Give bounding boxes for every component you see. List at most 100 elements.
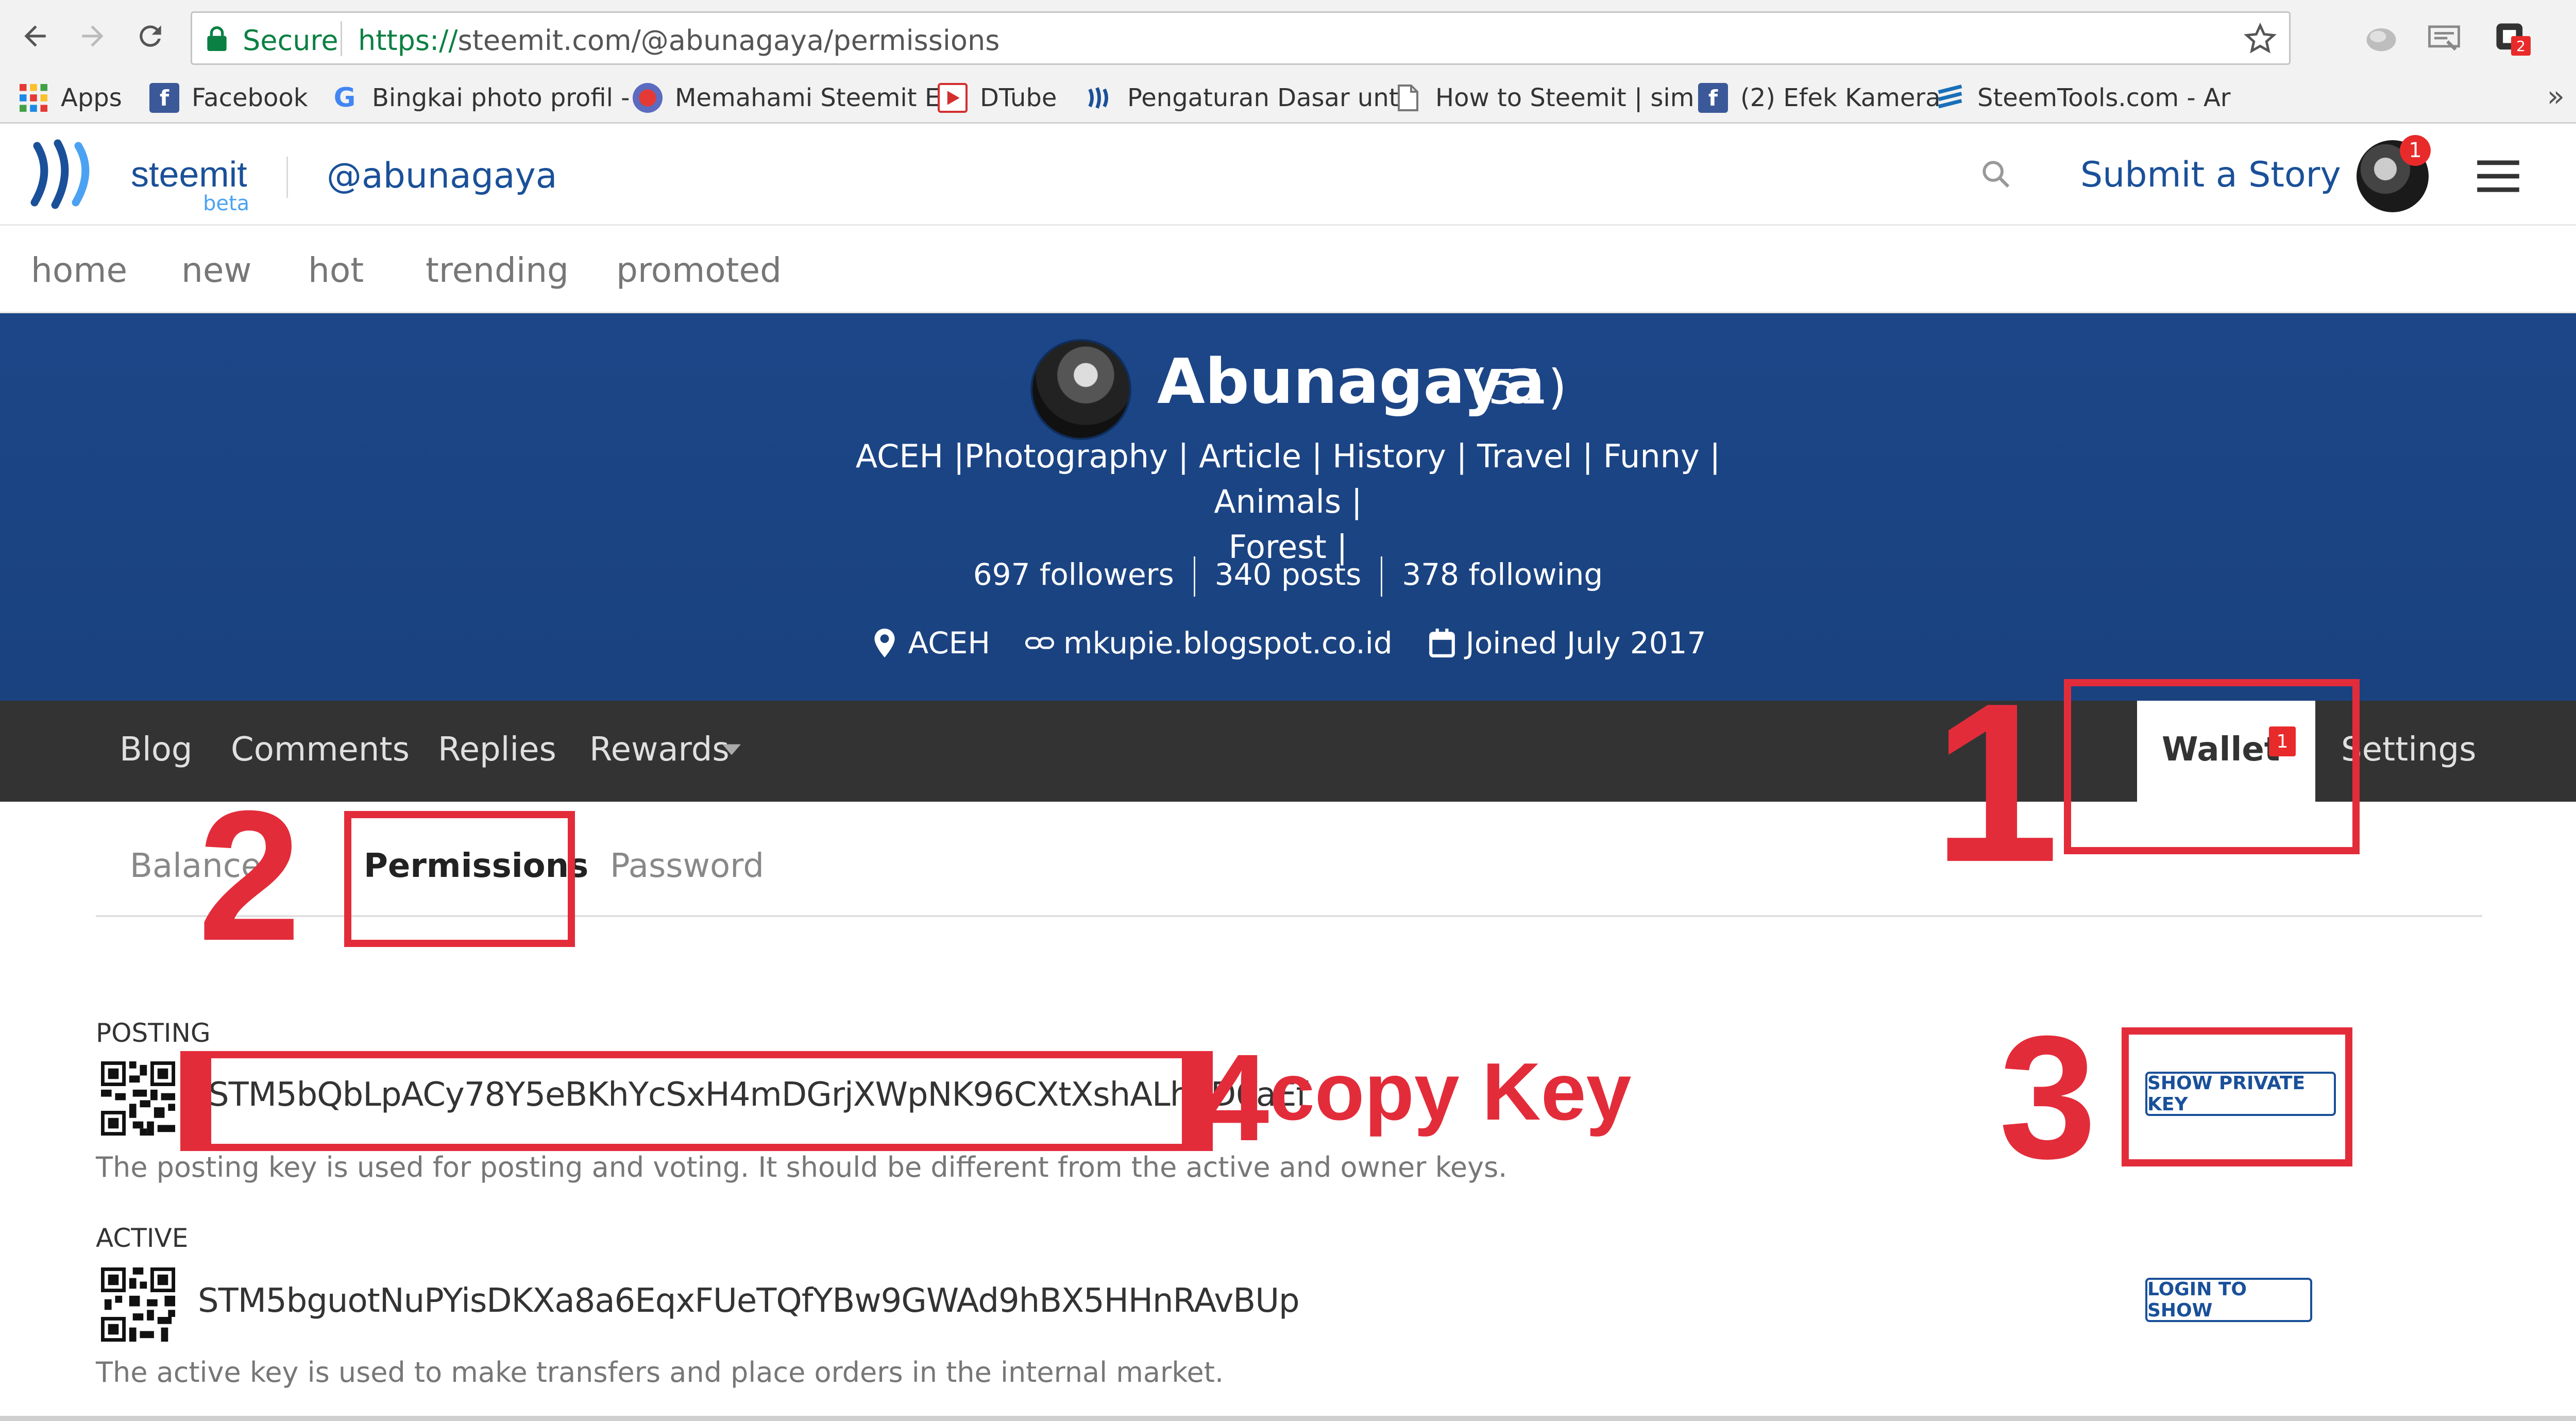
bookmark-steemtools[interactable]: SteemTools.com - Ar (1935, 80, 2231, 116)
nav-home[interactable]: home (31, 250, 127, 290)
nav-new[interactable]: new (181, 250, 251, 290)
submit-story-link[interactable]: Submit a Story (2080, 155, 2341, 195)
profile-avatar (1030, 339, 1131, 440)
reload-button[interactable] (130, 15, 171, 57)
followers-count[interactable]: 697 followers (973, 557, 1174, 592)
steemtools-icon (1935, 83, 1965, 113)
site-header: steemit beta @abunagaya Submit a Story 1 (0, 124, 2576, 226)
active-label: ACTIVE (96, 1223, 189, 1253)
nav-promoted[interactable]: promoted (616, 250, 782, 290)
extension-2-icon[interactable] (2425, 19, 2464, 58)
forward-button[interactable] (72, 15, 113, 57)
bookmark-star-icon[interactable] (2244, 22, 2277, 55)
annotation-box-wallet (2064, 679, 2360, 854)
qr-code-icon[interactable] (101, 1267, 175, 1342)
joined-text: Joined July 2017 (1465, 625, 1706, 661)
nav-hot[interactable]: hot (308, 250, 364, 290)
bookmarks-bar: Apps f Facebook G Bingkai photo profil -… (0, 75, 2576, 124)
extension-1-icon[interactable] (2362, 19, 2401, 58)
location-pin-icon (874, 629, 895, 657)
annotation-box-permissions (344, 811, 575, 947)
bookmark-dtube[interactable]: DTube (938, 80, 1057, 116)
link-icon (1025, 637, 1054, 649)
bookmark-how-to-steemit[interactable]: How to Steemit | sim (1393, 80, 1694, 116)
url-text[interactable]: https://steemit.com/@abunagaya/permissio… (358, 24, 999, 57)
secure-label: Secure (243, 24, 338, 57)
location-text: ACEH (908, 625, 990, 661)
bookmark-label: How to Steemit | sim (1435, 83, 1694, 112)
bookmark-label: Pengaturan Dasar unt (1127, 83, 1399, 112)
annotation-step-2: 2 (198, 772, 301, 979)
tab-comments[interactable]: Comments (231, 731, 410, 769)
brand-name[interactable]: steemit (131, 154, 247, 195)
page-icon (1393, 83, 1423, 113)
qr-code-icon[interactable] (101, 1061, 175, 1136)
more-bookmarks-button[interactable]: » (2547, 80, 2565, 113)
address-divider (341, 21, 342, 56)
avatar-icon (633, 83, 663, 113)
profile-meta: ACEH mkupie.blogspot.co.id Joined July 2… (824, 625, 1752, 661)
posting-key-description: The posting key is used for posting and … (96, 1151, 1507, 1183)
tab-rewards[interactable]: Rewards (589, 731, 730, 769)
annotation-box-posting-key (180, 1051, 1213, 1151)
bookmark-label: SteemTools.com - Ar (1977, 83, 2231, 112)
bookmark-label: Apps (61, 83, 122, 112)
nav-trending[interactable]: trending (426, 250, 569, 290)
profile-website[interactable]: mkupie.blogspot.co.id (1025, 625, 1393, 661)
posting-label: POSTING (96, 1018, 211, 1048)
following-count[interactable]: 378 following (1402, 557, 1603, 592)
url-protocol: https:// (358, 24, 458, 57)
hamburger-menu-icon[interactable] (2477, 159, 2519, 194)
back-button[interactable] (14, 15, 56, 57)
annotation-step-3: 3 (1999, 1000, 2097, 1195)
url-path: steemit.com/@abunagaya/permissions (457, 24, 1000, 57)
steemit-logo-icon[interactable] (27, 138, 104, 210)
bookmark-label: Memahami Steemit E (675, 83, 941, 112)
apps-grid-icon (19, 83, 48, 113)
reload-icon (140, 25, 161, 47)
bookmark-apps[interactable]: Apps (19, 80, 122, 116)
facebook-icon: f (1698, 83, 1728, 113)
bookmark-bingkai[interactable]: G Bingkai photo profil - (330, 80, 630, 116)
annotation-step-4: 4 (1200, 1028, 1269, 1166)
bookmark-label: Facebook (192, 83, 308, 112)
extension-3[interactable]: 2 (2492, 19, 2531, 58)
lock-icon (207, 26, 227, 51)
tab-settings[interactable]: Settings (2341, 731, 2477, 769)
profile-banner: Abunagaya (51) ACEH |Photography | Artic… (0, 313, 2576, 701)
annotation-box-show-key (2122, 1027, 2352, 1166)
search-icon[interactable] (1979, 158, 2012, 191)
extension-badge: 2 (2511, 36, 2531, 56)
annotation-copy-key: copy Key (1269, 1046, 1632, 1137)
subtab-password[interactable]: Password (610, 847, 764, 885)
about-line-1: ACEH |Photography | Article | History | … (855, 437, 1721, 520)
feed-nav: home new hot trending promoted (0, 226, 2576, 313)
address-bar[interactable]: Secure https://steemit.com/@abunagaya/pe… (191, 11, 2291, 65)
page-bottom-border (0, 1416, 2576, 1421)
login-to-show-button[interactable]: LOGIN TO SHOW (2145, 1278, 2312, 1322)
profile-location: ACEH (870, 625, 990, 661)
tab-replies[interactable]: Replies (438, 731, 556, 769)
website-text[interactable]: mkupie.blogspot.co.id (1063, 625, 1393, 661)
tab-blog[interactable]: Blog (120, 731, 192, 769)
profile-joined: Joined July 2017 (1428, 625, 1706, 661)
brand-beta: beta (203, 192, 250, 215)
google-icon: G (333, 82, 356, 113)
stat-divider (1193, 556, 1195, 597)
active-public-key[interactable]: STM5bguotNuPYisDKXa8a6EqxFUeTQfYBw9GWAd9… (198, 1282, 1300, 1320)
active-key-description: The active key is used to make transfers… (96, 1356, 1224, 1389)
steemit-icon (1085, 83, 1115, 113)
profile-about: ACEH |Photography | Article | History | … (835, 434, 1741, 570)
arrow-right-icon (82, 25, 104, 47)
annotation-step-1: 1 (1933, 656, 2059, 909)
posts-count: 340 posts (1214, 557, 1362, 593)
bookmark-efek-kamera[interactable]: f (2) Efek Kamera (1698, 80, 1941, 116)
bookmark-label: DTube (980, 83, 1057, 112)
bookmark-pengaturan[interactable]: Pengaturan Dasar unt (1085, 80, 1399, 116)
chevron-down-icon (722, 744, 741, 755)
bookmark-memahami[interactable]: Memahami Steemit E (633, 80, 940, 116)
bookmark-label: Bingkai photo profil - (372, 83, 630, 112)
bookmark-facebook[interactable]: f Facebook (149, 80, 308, 116)
calendar-icon (1429, 629, 1455, 657)
header-username[interactable]: @abunagaya (327, 156, 557, 196)
